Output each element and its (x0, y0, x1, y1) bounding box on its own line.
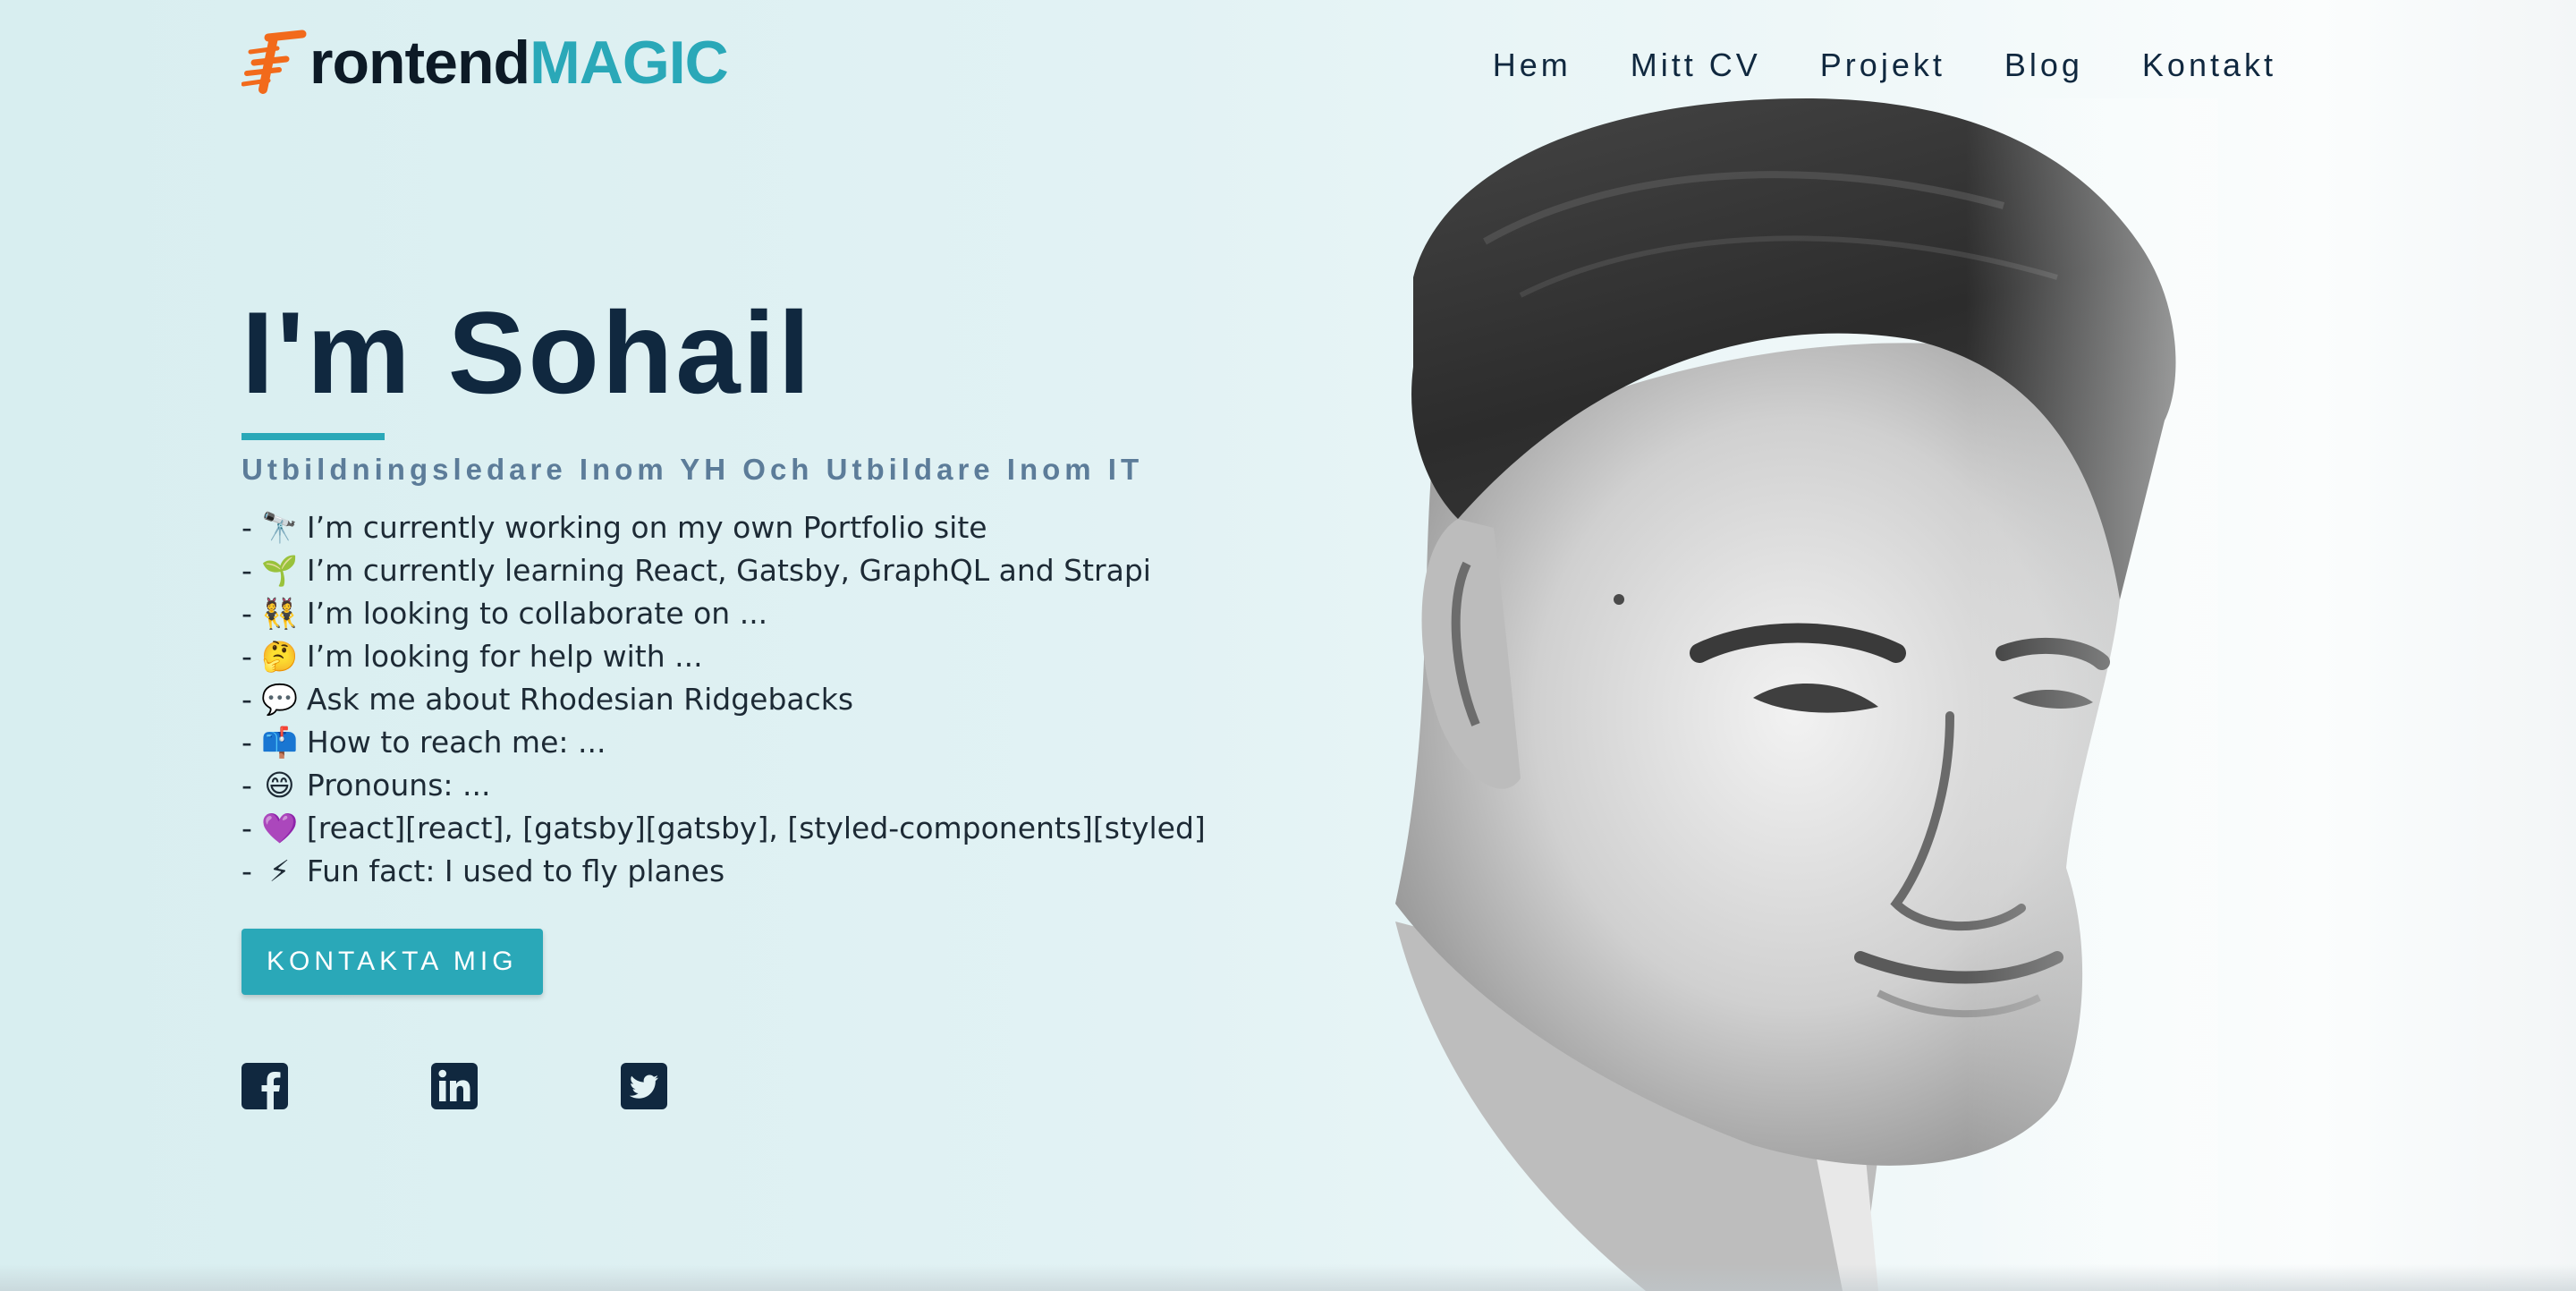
contact-button[interactable]: KONTAKTA MIG (242, 928, 543, 995)
twitter-icon[interactable] (621, 1062, 667, 1109)
list-item: - 🤔 I’m looking for help with ... (242, 635, 1315, 678)
logo-text-accent: MAGIC (530, 29, 729, 97)
dancers-icon: 👯 (261, 595, 299, 631)
mailbox-icon: 📫 (261, 724, 299, 760)
list-item: - 👯 I’m looking to collaborate on ... (242, 592, 1315, 635)
lightning-icon: ⚡ (268, 853, 290, 888)
logo-mark-icon (242, 30, 307, 94)
nav-item-blog[interactable]: Blog (2004, 47, 2083, 84)
list-item: - 📫 How to reach me: ... (242, 721, 1315, 764)
purple-heart-icon: 💜 (261, 810, 299, 845)
list-item: - 💜 [react][react], [gatsby][gatsby], [s… (242, 807, 1315, 850)
intro-list: - 🔭 I’m currently working on my own Port… (242, 506, 1315, 893)
seedling-icon: 🌱 (261, 552, 299, 588)
list-item: - ⚡ Fun fact: I used to fly planes (242, 850, 1315, 893)
page-title: I'm Sohail (242, 287, 813, 418)
site-logo[interactable]: rontend MAGIC (242, 27, 729, 98)
nav-item-mitt-cv[interactable]: Mitt CV (1631, 47, 1761, 84)
speech-bubble-icon: 💬 (261, 681, 299, 717)
page-subtitle: Utbildningsledare Inom YH Och Utbildare … (242, 452, 1144, 486)
list-item: - 🔭 I’m currently working on my own Port… (242, 506, 1315, 549)
smiley-icon: 😄 (264, 767, 295, 803)
nav-item-hem[interactable]: Hem (1493, 47, 1572, 84)
title-underline (242, 432, 385, 440)
hero-section: I'm Sohail Utbildningsledare Inom YH Och… (242, 286, 1315, 1109)
list-item: - 😄 Pronouns: ... (242, 764, 1315, 807)
thinking-face-icon: 🤔 (261, 638, 299, 674)
telescope-icon: 🔭 (261, 509, 299, 545)
nav-item-kontakt[interactable]: Kontakt (2142, 47, 2276, 84)
page-bottom-shadow (0, 1264, 2576, 1291)
main-nav: Hem Mitt CV Projekt Blog Kontakt (1493, 47, 2276, 84)
list-item: - 💬 Ask me about Rhodesian Ridgebacks (242, 678, 1315, 721)
nav-item-projekt[interactable]: Projekt (1820, 47, 1945, 84)
portrait-image (1377, 98, 2218, 1291)
list-item: - 🌱 I’m currently learning React, Gatsby… (242, 549, 1315, 592)
logo-text-dark: rontend (309, 29, 530, 97)
linkedin-icon[interactable] (431, 1062, 478, 1109)
facebook-icon[interactable] (242, 1062, 288, 1109)
social-links (242, 1062, 1315, 1109)
